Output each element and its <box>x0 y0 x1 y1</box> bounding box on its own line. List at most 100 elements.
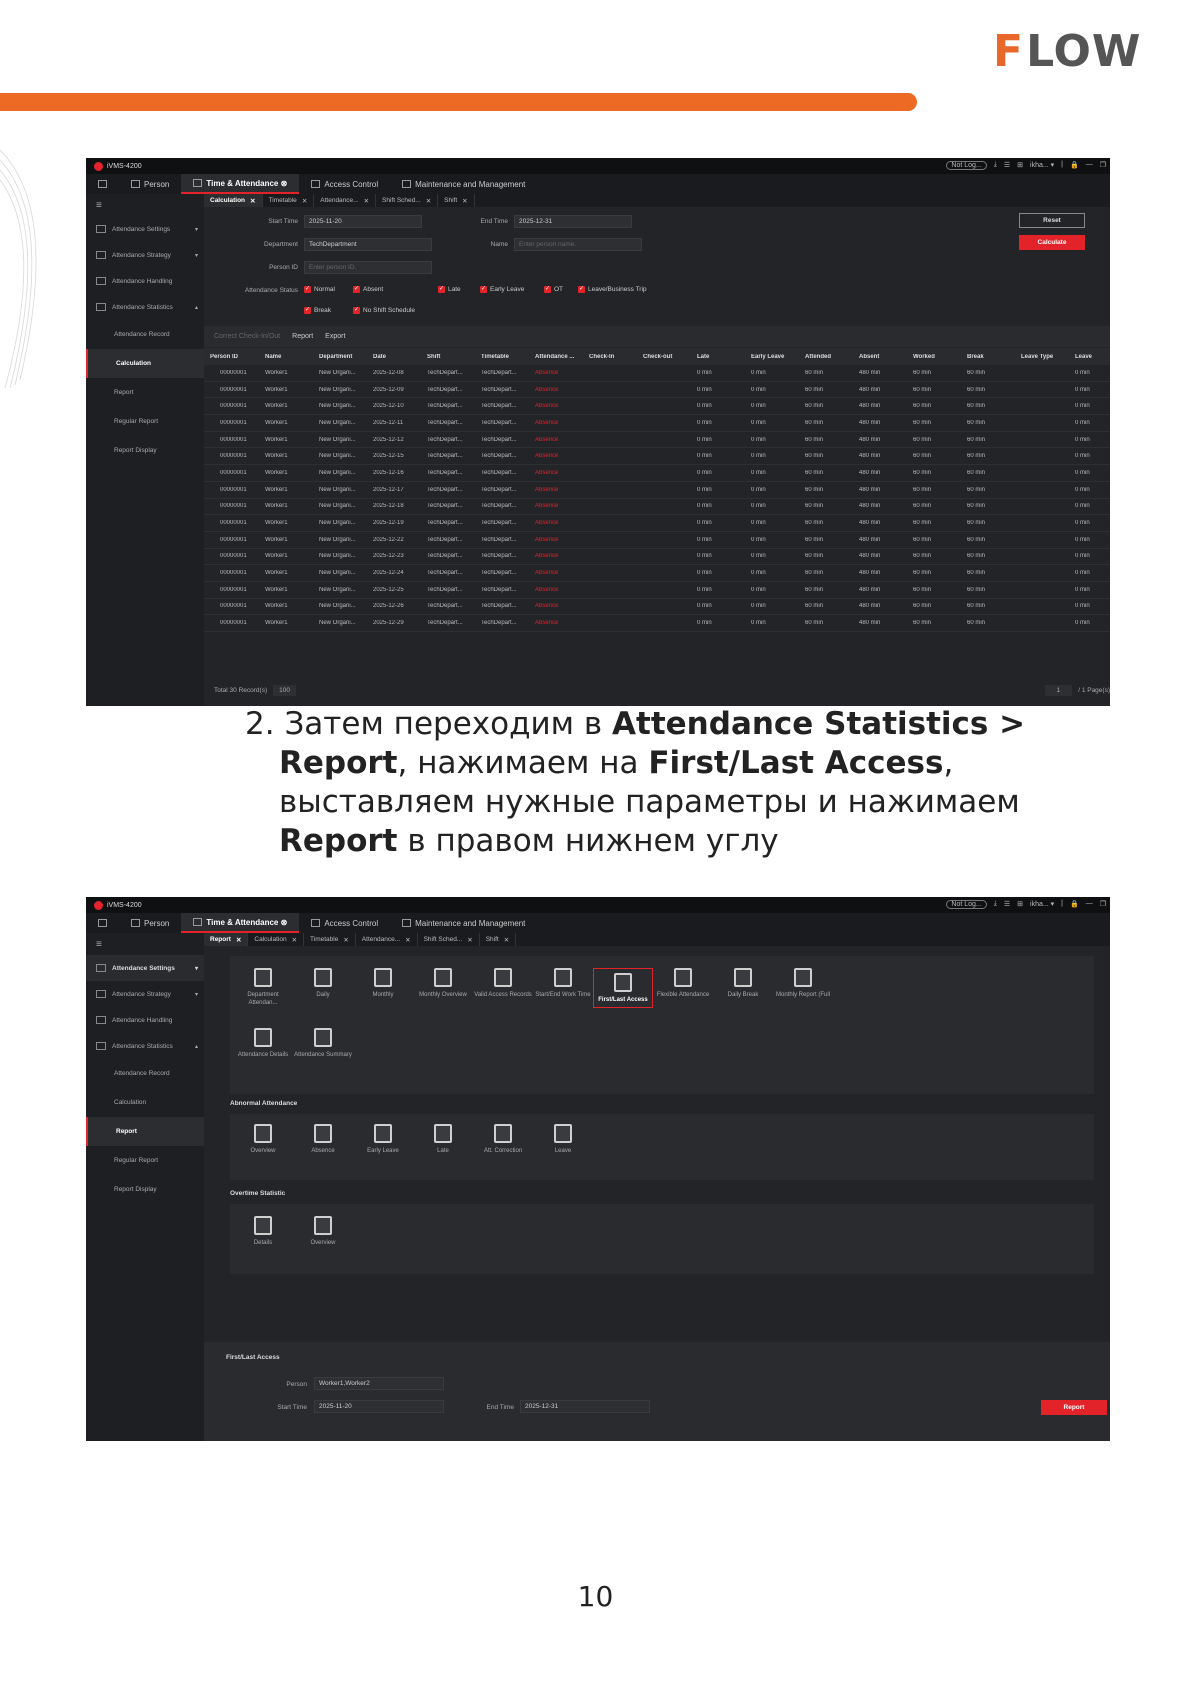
end-time-input[interactable]: 2025-12-31 <box>514 215 632 228</box>
column-header[interactable]: Check-In <box>583 354 637 360</box>
person-select[interactable]: Worker1,Worker2 <box>314 1377 444 1390</box>
tab-calculation[interactable]: Calculation ✕ <box>204 194 263 207</box>
per-page-select[interactable]: 100 <box>273 685 296 696</box>
close-icon[interactable]: ✕ <box>504 936 509 944</box>
report-tile[interactable]: Details <box>233 1216 293 1247</box>
sidebar-item-report-display[interactable]: Report Display <box>86 436 204 465</box>
column-header[interactable]: Check-out <box>637 354 691 360</box>
table-row[interactable]: 00000001 Worker1 New Organi... 2025-12-29 Te… <box>204 615 1110 632</box>
table-row[interactable]: 00000001 Worker1 New Organi... 2025-12-24 Te… <box>204 565 1110 582</box>
column-header[interactable]: Person ID <box>204 354 259 360</box>
correct-checkin-button[interactable]: Correct Check-In/Out <box>214 333 280 340</box>
report-tile[interactable]: Attendance Summary <box>293 1028 353 1059</box>
report-tile[interactable]: Overview <box>293 1216 353 1247</box>
column-header[interactable]: Break <box>961 354 1015 360</box>
report-tile[interactable]: First/Last Access <box>593 968 653 1008</box>
report-tile[interactable]: Daily Break <box>713 968 773 999</box>
column-header[interactable]: Leave <box>1069 354 1109 360</box>
close-icon[interactable]: ✕ <box>302 197 307 205</box>
sidebar-item-calculation[interactable]: Calculation <box>86 349 204 378</box>
list-icon[interactable]: ☰ <box>1004 161 1010 170</box>
calculate-button[interactable]: Calculate <box>1019 235 1085 250</box>
sidebar-item-record[interactable]: Attendance Record <box>86 1059 204 1088</box>
column-header[interactable]: Shift <box>421 354 475 360</box>
table-row[interactable]: 00000001 Worker1 New Organi... 2025-12-17 Te… <box>204 482 1110 499</box>
nav-maintenance[interactable]: Maintenance and Management <box>390 913 537 933</box>
report-tile[interactable]: Monthly Report (Full <box>773 968 833 999</box>
table-row[interactable]: 00000001 Worker1 New Organi... 2025-12-12 Te… <box>204 432 1110 449</box>
tab-timetable[interactable]: Timetable ✕ <box>304 933 356 946</box>
close-icon[interactable]: ✕ <box>467 936 472 944</box>
table-row[interactable]: 00000001 Worker1 New Organi... 2025-12-19 Te… <box>204 515 1110 532</box>
reset-button[interactable]: Reset <box>1019 213 1085 228</box>
tab-calculation[interactable]: Calculation ✕ <box>248 933 305 946</box>
lock-icon[interactable]: 🔒 <box>1070 161 1079 170</box>
column-header[interactable]: Attended <box>799 354 853 360</box>
start-time-input[interactable]: 2025-11-20 <box>314 1400 444 1413</box>
column-header[interactable]: Timetable <box>475 354 529 360</box>
report-tile[interactable]: Monthly Overview <box>413 968 473 999</box>
list-icon[interactable]: ☰ <box>1004 900 1010 909</box>
check-break[interactable]: ✓ Break <box>304 307 331 314</box>
report-tile[interactable]: Overview <box>233 1124 293 1155</box>
report-tile[interactable]: Late <box>413 1124 473 1155</box>
table-row[interactable]: 00000001 Worker1 New Organi... 2025-12-25 Te… <box>204 582 1110 599</box>
sidebar-item-regular-report[interactable]: Regular Report <box>86 407 204 436</box>
report-tile[interactable]: Department Attendan... <box>233 968 293 1007</box>
sidebar-item-report[interactable]: Report <box>86 1117 204 1146</box>
menu-icon[interactable]: ≡ <box>86 933 204 955</box>
report-button[interactable]: Report <box>292 333 313 340</box>
report-tile[interactable]: Valid Access Records <box>473 968 533 999</box>
grid-icon[interactable]: ⊞ <box>1017 900 1023 909</box>
cloud-status[interactable]: Not Log... <box>946 161 987 170</box>
tab-timetable[interactable]: Timetable ✕ <box>263 194 315 207</box>
nav-person[interactable]: Person <box>119 913 181 933</box>
table-row[interactable]: 00000001 Worker1 New Organi... 2025-12-08 Te… <box>204 365 1110 382</box>
cloud-status[interactable]: Not Log... <box>946 900 987 909</box>
tab-attendance[interactable]: Attendance... ✕ <box>356 933 418 946</box>
end-time-input[interactable]: 2025-12-31 <box>520 1400 650 1413</box>
tab-shift-schedule[interactable]: Shift Sched... ✕ <box>418 933 480 946</box>
column-header[interactable]: Early Leave <box>745 354 799 360</box>
check-ot[interactable]: ✓ OT <box>544 286 563 293</box>
table-row[interactable]: 00000001 Worker1 New Organi... 2025-12-16 Te… <box>204 465 1110 482</box>
table-row[interactable]: 00000001 Worker1 New Organi... 2025-12-23 Te… <box>204 549 1110 566</box>
sidebar-item-statistics[interactable]: Attendance Statistics ▴ <box>86 1033 204 1059</box>
column-header[interactable]: Late <box>691 354 745 360</box>
check-absent[interactable]: ✓ Absent <box>353 286 383 293</box>
report-submit-button[interactable]: Report <box>1041 1400 1107 1415</box>
sidebar-item-report[interactable]: Report <box>86 378 204 407</box>
tab-report[interactable]: Report ✕ <box>204 933 249 946</box>
nav-home[interactable] <box>86 174 119 194</box>
grid-icon[interactable]: ⊞ <box>1017 161 1023 170</box>
close-icon[interactable]: ✕ <box>462 197 467 205</box>
column-header[interactable]: Date <box>367 354 421 360</box>
sidebar-item-report-display[interactable]: Report Display <box>86 1175 204 1204</box>
department-select[interactable]: TechDepartment <box>304 238 432 251</box>
report-tile[interactable]: Absence <box>293 1124 353 1155</box>
sidebar-item-statistics[interactable]: Attendance Statistics ▴ <box>86 294 204 320</box>
nav-home[interactable] <box>86 913 119 933</box>
table-row[interactable]: 00000001 Worker1 New Organi... 2025-12-26 Te… <box>204 599 1110 616</box>
table-row[interactable]: 00000001 Worker1 New Organi... 2025-12-11 Te… <box>204 415 1110 432</box>
check-early-leave[interactable]: ✓ Early Leave <box>480 286 524 293</box>
sidebar-item-strategy[interactable]: Attendance Strategy ▾ <box>86 981 204 1007</box>
table-row[interactable]: 00000001 Worker1 New Organi... 2025-12-22 Te… <box>204 532 1110 549</box>
page-input[interactable]: 1 <box>1044 685 1073 696</box>
menu-icon[interactable]: ≡ <box>86 194 204 216</box>
report-tile[interactable]: Att. Correction <box>473 1124 533 1155</box>
start-time-input[interactable]: 2025-11-20 <box>304 215 422 228</box>
check-leave-trip[interactable]: ✓ Leave/Business Trip <box>578 286 647 293</box>
column-header[interactable]: Absent <box>853 354 907 360</box>
sidebar-item-handling[interactable]: Attendance Handling <box>86 1007 204 1033</box>
sidebar-item-handling[interactable]: Attendance Handling <box>86 268 204 294</box>
download-icon[interactable]: ⤓ <box>994 900 997 909</box>
restore-icon[interactable]: ❐ <box>1100 161 1106 170</box>
check-normal[interactable]: ✓ Normal <box>304 286 335 293</box>
nav-time-attendance[interactable]: Time & Attendance ⊗ <box>181 913 300 933</box>
minimize-icon[interactable]: — <box>1086 161 1093 170</box>
minimize-icon[interactable]: — <box>1086 900 1093 909</box>
close-icon[interactable]: ✕ <box>405 936 410 944</box>
table-row[interactable]: 00000001 Worker1 New Organi... 2025-12-09 Te… <box>204 382 1110 399</box>
lock-icon[interactable]: 🔒 <box>1070 900 1079 909</box>
